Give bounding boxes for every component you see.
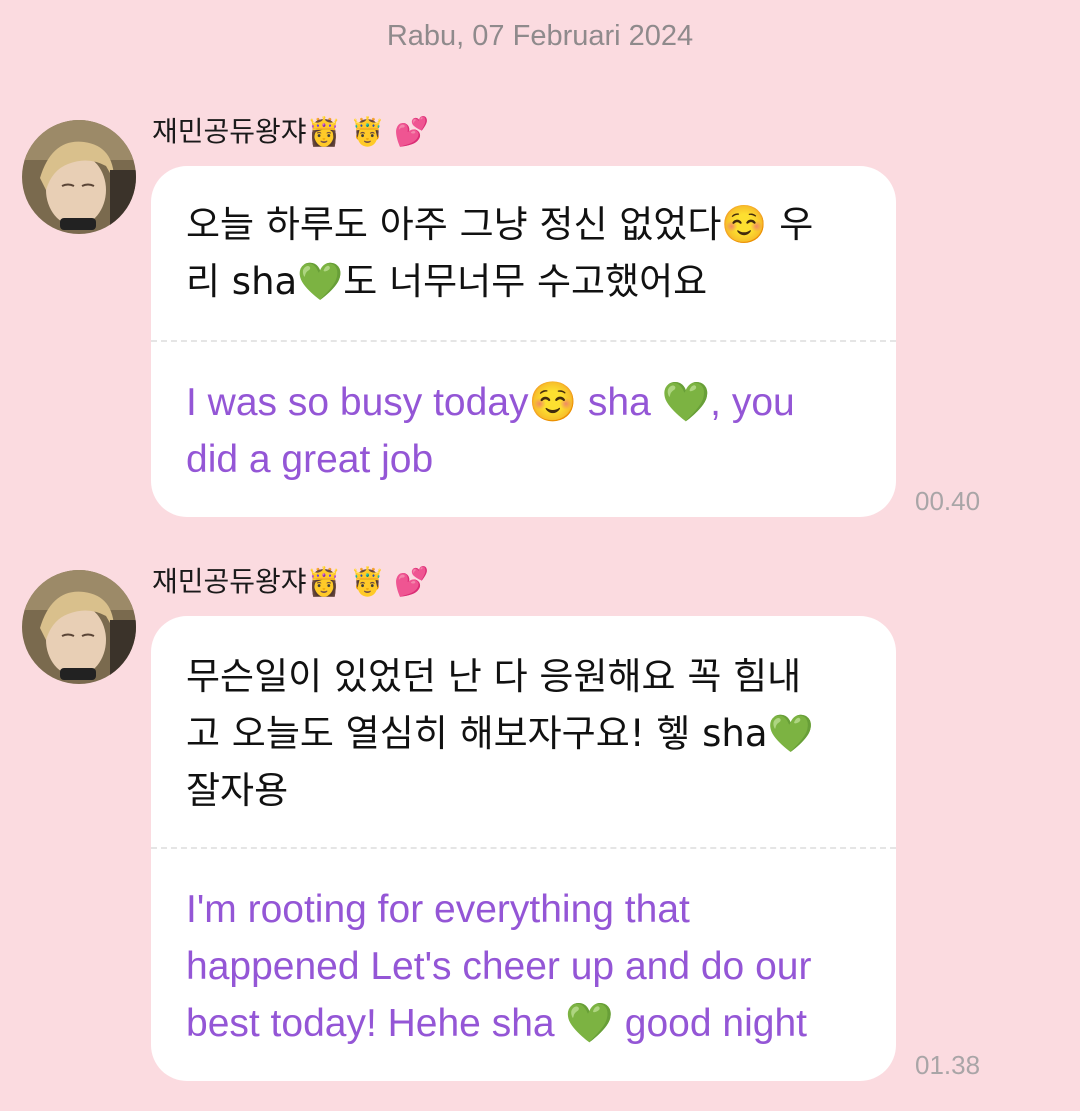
translated-text: I'm rooting for everything that happened… <box>186 888 812 1045</box>
message-time: 00.40 <box>915 486 981 516</box>
translation-divider <box>151 340 896 342</box>
translation-divider <box>151 847 896 849</box>
sender-avatar[interactable] <box>22 570 136 684</box>
message-bubble[interactable]: 오늘 하루도 아주 그냥 정신 없었다☺️ 우 리 sha💚도 너무너무 수고했… <box>151 166 896 517</box>
original-text: 무슨일이 있었던 난 다 응원해요 꼭 힘내 고 오늘도 열심히 해보자구요! … <box>186 655 814 812</box>
date-header: Rabu, 07 Februari 2024 <box>386 20 694 52</box>
message-time: 01.38 <box>915 1050 981 1080</box>
original-text: 오늘 하루도 아주 그냥 정신 없었다☺️ 우 리 sha💚도 너무너무 수고했… <box>186 203 814 303</box>
translated-text: I was so busy today☺️ sha 💚, you did a g… <box>186 381 795 481</box>
message-bubble[interactable]: 무슨일이 있었던 난 다 응원해요 꼭 힘내 고 오늘도 열심히 해보자구요! … <box>151 616 896 1081</box>
sender-name: 재민공듀왕쟈👸 🤴 💕 <box>152 115 429 148</box>
sender-name: 재민공듀왕쟈👸 🤴 💕 <box>152 565 429 598</box>
sender-avatar[interactable] <box>22 120 136 234</box>
